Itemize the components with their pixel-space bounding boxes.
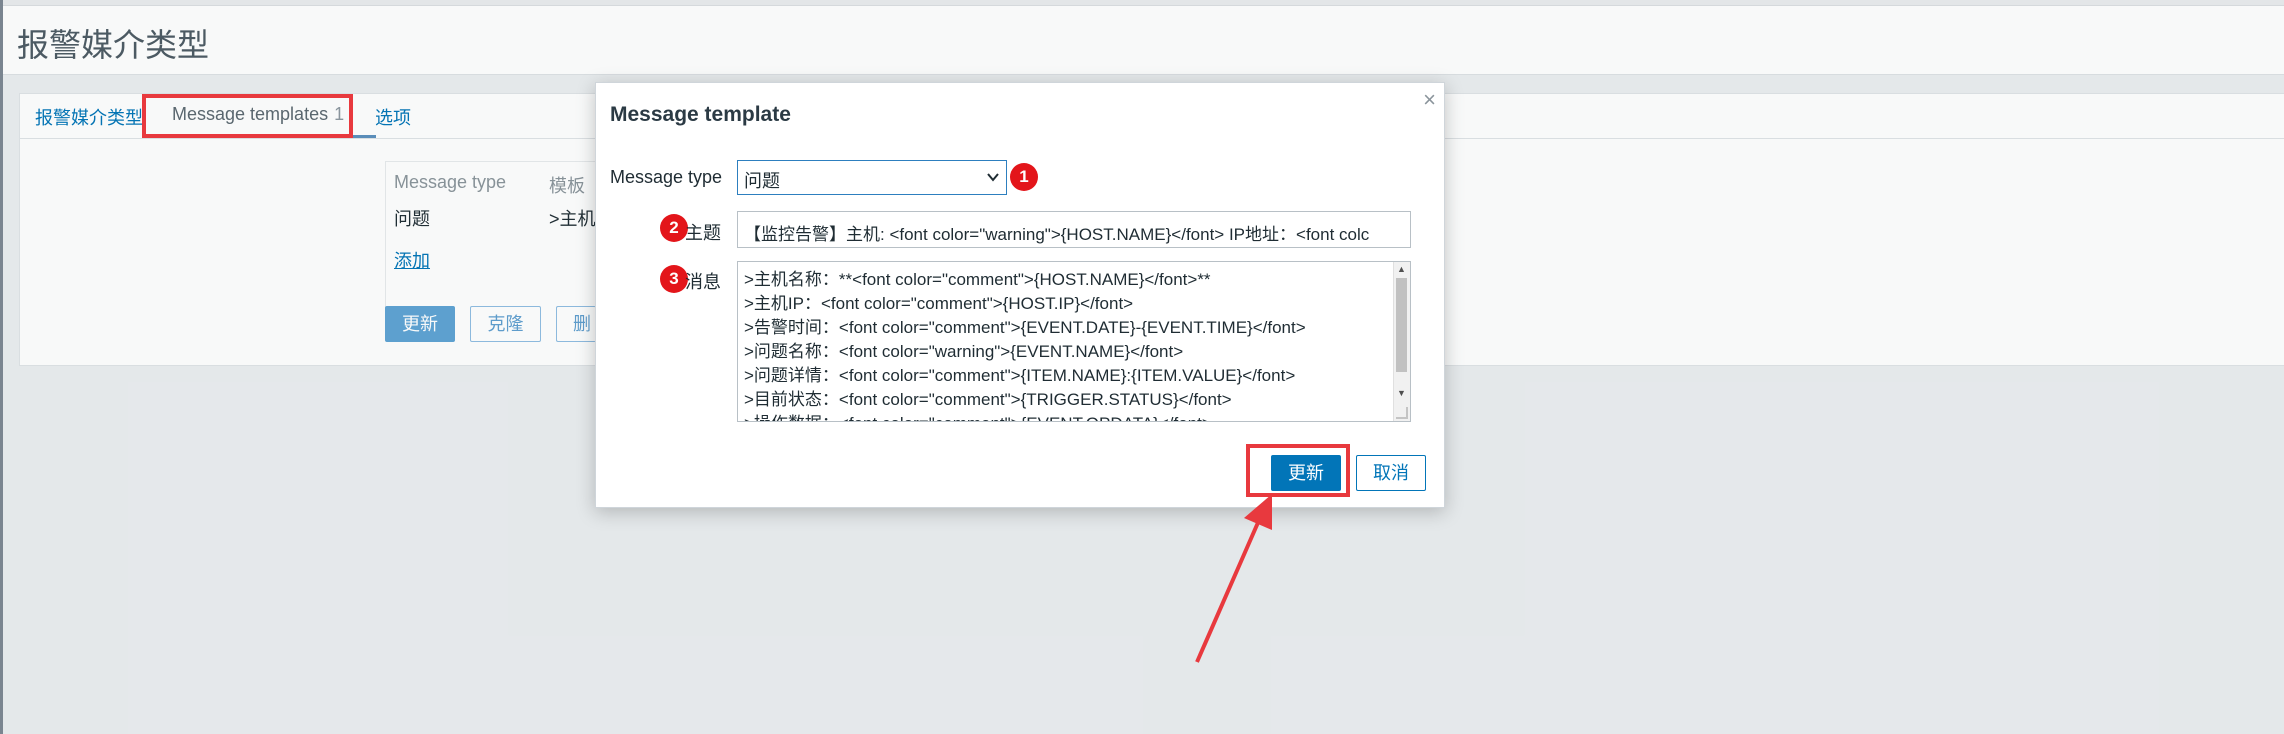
message-label: 消息 (685, 272, 721, 292)
subject-label: 主题 (685, 223, 721, 243)
annotation-marker-3: 3 (660, 265, 688, 293)
subject-value: 【监控告警】主机: <font color="warning">{HOST.NA… (744, 225, 1370, 244)
message-line: >问题名称：<font color="warning">{EVENT.NAME}… (744, 342, 1184, 361)
close-icon[interactable]: × (1423, 87, 1436, 113)
resize-grip-icon[interactable] (1396, 407, 1408, 419)
message-line: >问题详情：<font color="comment">{ITEM.NAME}:… (744, 366, 1296, 385)
arrow-annotation-icon (1195, 494, 1272, 663)
message-content: >主机名称：**<font color="comment">{HOST.NAME… (744, 268, 1384, 421)
message-line: >主机IP：<font color="comment">{HOST.IP}</f… (744, 294, 1134, 313)
message-textarea[interactable]: >主机名称：**<font color="comment">{HOST.NAME… (737, 261, 1411, 422)
annotation-marker-2: 2 (660, 214, 688, 242)
message-type-select[interactable]: 问题 (737, 160, 1007, 195)
message-line: >目前状态：<font color="comment">{TRIGGER.STA… (744, 390, 1232, 409)
annotation-marker-1: 1 (1010, 163, 1038, 191)
highlight-box-message-templates-tab (142, 94, 353, 138)
message-line: >主机名称：**<font color="comment">{HOST.NAME… (744, 270, 1211, 289)
scroll-down-icon[interactable]: ▼ (1397, 388, 1406, 398)
scroll-thumb[interactable] (1396, 278, 1407, 372)
textarea-scrollbar[interactable]: ▲ ▼ (1393, 262, 1410, 421)
message-line: >告警时间：<font color="comment">{EVENT.DATE}… (744, 318, 1306, 337)
subject-input[interactable]: 【监控告警】主机: <font color="warning">{HOST.NA… (737, 211, 1411, 248)
message-line: >操作数据：<font color="comment">{EVENT.OPDAT… (744, 412, 1384, 421)
chevron-down-icon (987, 173, 999, 182)
dialog-title: Message template (610, 103, 791, 126)
dialog-cancel-button[interactable]: 取消 (1356, 455, 1426, 491)
message-type-value: 问题 (744, 171, 780, 191)
scroll-up-icon[interactable]: ▲ (1397, 264, 1406, 274)
message-type-label: Message type (610, 167, 723, 187)
